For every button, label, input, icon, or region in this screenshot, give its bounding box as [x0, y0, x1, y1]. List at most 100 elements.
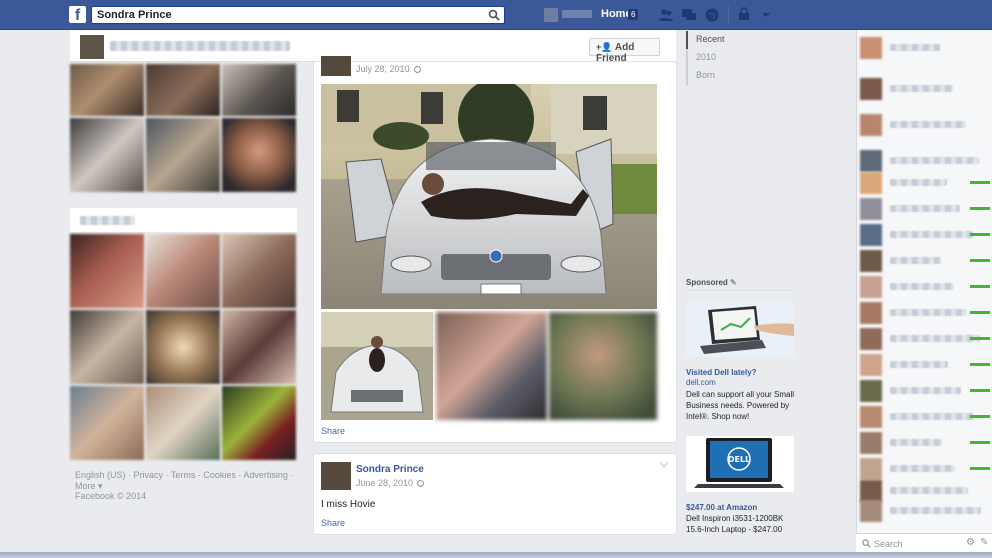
post-options-chevron-down-icon[interactable]	[660, 462, 668, 468]
profile-name-obscured	[110, 41, 290, 51]
ad-body-line-1: Dell Inspiron i3531-1200BK	[686, 514, 784, 523]
post-author-avatar[interactable]	[321, 56, 351, 76]
chat-contact-row[interactable]	[860, 354, 990, 376]
photo-thumbnail[interactable]	[222, 118, 296, 192]
friend-thumbnail[interactable]	[70, 234, 144, 308]
privacy-shortcuts-icon[interactable]	[737, 7, 753, 23]
post-author-avatar[interactable]	[321, 462, 351, 490]
chat-contact-row[interactable]	[860, 224, 990, 246]
friend-thumbnail[interactable]	[70, 310, 144, 384]
share-link[interactable]: Share	[321, 518, 345, 528]
online-status-indicator	[970, 233, 990, 236]
ad-choices-icon[interactable]: ✎	[730, 278, 737, 287]
ad-image-dell-inspiron[interactable]: DELL	[686, 436, 794, 492]
chat-contact-avatar	[860, 250, 882, 272]
friend-thumbnail[interactable]	[70, 386, 144, 460]
profile-avatar[interactable]	[544, 8, 558, 22]
online-status-indicator	[970, 311, 990, 314]
friend-thumbnail[interactable]	[146, 234, 220, 308]
chat-contact-row[interactable]	[860, 432, 990, 454]
post-thumbnail-3[interactable]	[549, 312, 657, 420]
post-thumbnail-1[interactable]	[321, 312, 433, 420]
chat-contact-row[interactable]	[860, 380, 990, 402]
chat-contact-row[interactable]	[860, 500, 990, 522]
chat-contact-row[interactable]	[860, 172, 990, 194]
chat-contact-row[interactable]	[860, 198, 990, 220]
chat-contact-row[interactable]	[860, 150, 990, 172]
friend-thumbnail[interactable]	[146, 386, 220, 460]
search-input[interactable]: Sondra Prince	[91, 6, 505, 24]
chat-contact-name-obscured	[890, 179, 947, 186]
footer-links[interactable]: English (US) · Privacy · Terms · Cookies…	[75, 470, 297, 481]
friends-card-title-obscured[interactable]	[80, 216, 135, 225]
chat-contact-name-obscured	[890, 283, 954, 290]
home-link[interactable]: Home	[601, 8, 632, 20]
photo-thumbnail[interactable]	[146, 64, 220, 116]
photos-grid	[70, 64, 296, 192]
topbar-divider	[728, 6, 729, 24]
chat-contact-avatar	[860, 480, 882, 502]
chat-settings-gear-icon[interactable]: ⚙	[966, 537, 975, 548]
friend-thumbnail[interactable]	[222, 386, 296, 460]
ad-body-line-2: 15.6-Inch Laptop - $247.00	[686, 525, 783, 534]
online-status-indicator	[970, 389, 990, 392]
chat-search-input[interactable]: Search ⚙ ✎	[856, 533, 992, 553]
facebook-logo-icon[interactable]: f	[69, 6, 86, 24]
ad-domain[interactable]: dell.com	[686, 378, 716, 387]
dell-laptop-image: DELL	[686, 436, 794, 492]
messages-icon[interactable]	[681, 7, 697, 23]
chat-contact-name-obscured	[890, 487, 968, 494]
add-friend-icon: +👤	[596, 42, 613, 52]
photo-thumbnail[interactable]	[70, 118, 144, 192]
sponsored-header: Sponsored ✎	[686, 278, 737, 287]
ad-title[interactable]: Visited Dell lately?	[686, 368, 757, 377]
online-status-indicator	[970, 363, 990, 366]
friend-thumbnail[interactable]	[222, 234, 296, 308]
chat-contact-name-obscured	[890, 44, 940, 51]
search-icon[interactable]	[488, 9, 500, 21]
chat-contact-row[interactable]	[860, 78, 990, 100]
chat-new-message-icon[interactable]: ✎	[980, 537, 988, 548]
post-timestamp[interactable]: July 28, 2010	[356, 64, 421, 74]
chat-contact-row[interactable]	[860, 480, 990, 502]
friend-thumbnail[interactable]	[222, 310, 296, 384]
timeline-nav-2010[interactable]: 2010	[688, 49, 766, 67]
notifications-globe-icon[interactable]	[704, 7, 720, 23]
chat-contact-row[interactable]	[860, 406, 990, 428]
chat-contact-name-obscured	[890, 231, 973, 238]
friend-thumbnail[interactable]	[146, 310, 220, 384]
chat-contact-row[interactable]	[860, 328, 990, 350]
post-author-name[interactable]: Sondra Prince	[356, 464, 424, 475]
timeline-nav-born[interactable]: Born	[688, 67, 766, 85]
photo-thumbnail[interactable]	[70, 64, 144, 116]
add-friend-button[interactable]: +👤 Add Friend	[589, 38, 660, 64]
photo-thumbnail[interactable]	[222, 64, 296, 116]
post-thumbnail-2[interactable]	[436, 312, 547, 420]
footer-copyright: Facebook © 2014	[75, 491, 147, 501]
share-link[interactable]: Share	[321, 426, 345, 436]
timeline-nav-recent[interactable]: Recent	[686, 31, 766, 49]
chat-contact-row[interactable]	[860, 302, 990, 324]
post-timestamp[interactable]: June 28, 2010	[356, 478, 425, 488]
chat-contact-row[interactable]	[860, 458, 990, 480]
friends-card-header	[70, 208, 297, 232]
ad-title[interactable]: $247.00 at Amazon	[686, 503, 757, 512]
account-menu-chevron-down-icon[interactable]	[758, 7, 774, 23]
friend-requests-icon[interactable]	[658, 7, 674, 23]
footer-more-link[interactable]: More	[75, 481, 96, 491]
photo-thumbnail[interactable]	[146, 118, 220, 192]
profile-thumbnail[interactable]	[80, 35, 104, 59]
chat-contact-row[interactable]	[860, 250, 990, 272]
chat-contact-row[interactable]	[860, 276, 990, 298]
chat-contact-name-obscured	[890, 413, 974, 420]
chat-contact-avatar	[860, 172, 882, 194]
profile-name-obscured[interactable]	[562, 10, 592, 18]
chat-contact-row[interactable]	[860, 37, 990, 59]
chat-contact-avatar	[860, 114, 882, 136]
post-main-photo[interactable]	[321, 84, 657, 309]
chat-contact-row[interactable]	[860, 114, 990, 136]
chat-contact-avatar	[860, 406, 882, 428]
chat-search-placeholder: Search	[874, 539, 903, 549]
ad-image-dell-laptop[interactable]	[686, 302, 794, 357]
chat-contact-name-obscured	[890, 257, 941, 264]
